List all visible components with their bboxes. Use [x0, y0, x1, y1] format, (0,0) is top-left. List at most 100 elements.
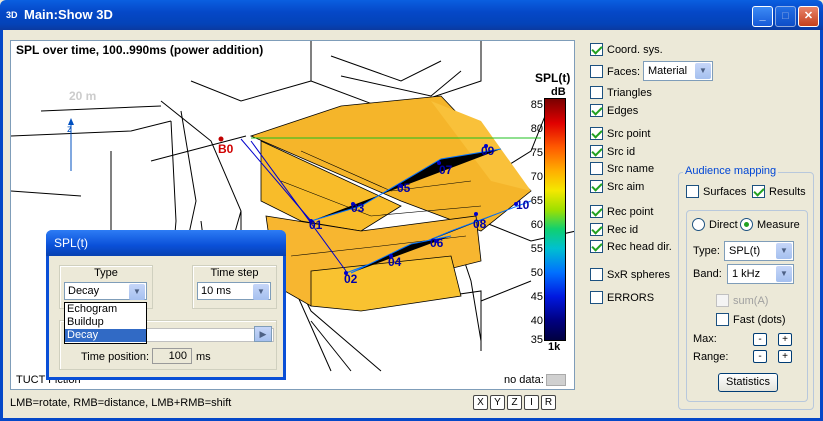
band-label: Band: — [693, 268, 722, 280]
colorbar-tick: 50 — [530, 267, 543, 279]
checkbox[interactable] — [590, 43, 603, 56]
colorbar-tick: 85 — [530, 99, 543, 111]
option-label: SxR spheres — [607, 268, 670, 281]
window-titlebar: 3D Main:Show 3D _ □ ✕ — [0, 0, 823, 30]
option-label: Rec id — [607, 223, 639, 236]
dropdown-option[interactable]: Decay — [65, 329, 146, 342]
triangles-option[interactable]: Triangles — [590, 86, 652, 99]
maximize-button: □ — [775, 6, 796, 27]
coord-sys-option[interactable]: Coord. sys. — [590, 43, 663, 56]
rec-head-option[interactable]: Rec head dir. — [590, 240, 672, 253]
checkbox[interactable] — [590, 180, 603, 193]
chevron-down-icon: ▼ — [695, 63, 711, 79]
source-label: B0 — [218, 142, 234, 156]
checkbox[interactable] — [590, 268, 603, 281]
dropdown-option[interactable]: Echogram — [65, 303, 146, 316]
band-select[interactable]: 1 kHz ▼ — [727, 264, 794, 284]
checkbox[interactable] — [590, 240, 603, 253]
colorbar-tick: 65 — [530, 195, 543, 207]
src-aim-option[interactable]: Src aim — [590, 180, 644, 193]
radio[interactable] — [692, 218, 705, 231]
colorbar-unit: dB — [551, 86, 566, 98]
faces-option[interactable]: Faces: — [590, 65, 640, 78]
select-value: 10 ms — [201, 285, 231, 297]
receiver-label: 07 — [439, 163, 453, 177]
sxr-spheres-option[interactable]: SxR spheres — [590, 268, 670, 281]
rec-point-option[interactable]: Rec point — [590, 205, 653, 218]
faces-select[interactable]: Material ▼ — [643, 61, 713, 81]
checkbox[interactable] — [590, 86, 603, 99]
dialog-title: SPL(t) — [54, 236, 89, 250]
chevron-right-icon[interactable]: ▶ — [254, 326, 272, 342]
colorbar-tick: 60 — [530, 219, 543, 231]
max-plus-button[interactable]: + — [778, 333, 792, 346]
max-minus-button[interactable]: - — [753, 333, 767, 346]
view-reset-button[interactable]: R — [541, 395, 556, 410]
option-label: Rec head dir. — [607, 240, 672, 253]
direct-radio[interactable]: Direct — [692, 218, 738, 231]
colorbar-footer: 1k — [548, 341, 561, 353]
time-position-field: 100 — [152, 348, 192, 364]
colorbar-tick: 40 — [530, 315, 543, 327]
src-name-option[interactable]: Src name — [590, 162, 654, 175]
rec-id-option[interactable]: Rec id — [590, 223, 638, 236]
type-dropdown-list[interactable]: Echogram Buildup Decay — [64, 302, 147, 344]
statistics-button[interactable]: Statistics — [718, 373, 778, 392]
checkbox[interactable] — [590, 162, 603, 175]
colorbar-tick: 80 — [530, 123, 543, 135]
checkbox[interactable] — [590, 205, 603, 218]
errors-option[interactable]: ERRORS — [590, 291, 654, 304]
checkbox[interactable] — [686, 185, 699, 198]
window-title: Main:Show 3D — [24, 7, 113, 22]
minimize-button[interactable]: _ — [752, 6, 773, 27]
option-label: Src aim — [607, 180, 645, 193]
type-group-label: Type — [94, 267, 118, 279]
option-label: Measure — [757, 218, 800, 231]
view-z-button[interactable]: Z — [507, 395, 522, 410]
results-option[interactable]: Results — [752, 185, 806, 198]
receiver-label: 03 — [351, 201, 365, 215]
radio[interactable] — [740, 218, 753, 231]
colorbar-tick: 45 — [530, 291, 543, 303]
measure-radio[interactable]: Measure — [740, 218, 800, 231]
timestep-group-label: Time step — [210, 267, 259, 279]
checkbox[interactable] — [590, 65, 603, 78]
option-label: Results — [769, 185, 806, 198]
timestep-select[interactable]: 10 ms ▼ — [197, 282, 271, 300]
type-label: Type: — [693, 245, 720, 257]
checkbox[interactable] — [590, 145, 603, 158]
option-label: Edges — [607, 104, 639, 117]
checkbox[interactable] — [590, 223, 603, 236]
source-point-icon — [218, 136, 224, 142]
type-select[interactable]: SPL(t) ▼ — [724, 241, 794, 261]
checkbox[interactable] — [590, 104, 603, 117]
src-id-option[interactable]: Src id — [590, 145, 635, 158]
range-label: Range: — [693, 351, 729, 363]
option-label: Src point — [607, 127, 651, 140]
option-label: Direct — [709, 218, 738, 231]
range-plus-button[interactable]: + — [778, 350, 792, 363]
close-button[interactable]: ✕ — [798, 6, 819, 27]
dropdown-option[interactable]: Buildup — [65, 316, 146, 329]
view-x-button[interactable]: X — [473, 395, 488, 410]
select-value: Decay — [68, 285, 100, 297]
checkbox[interactable] — [590, 127, 603, 140]
checkbox[interactable] — [752, 185, 765, 198]
dialog-titlebar: SPL(t) — [46, 230, 286, 256]
view-i-button[interactable]: I — [524, 395, 539, 410]
axis-z-label: z — [67, 124, 72, 135]
src-point-option[interactable]: Src point — [590, 127, 650, 140]
option-label: Faces: — [607, 65, 641, 78]
range-minus-button[interactable]: - — [753, 350, 767, 363]
dialog-type-select[interactable]: Decay ▼ — [64, 282, 147, 300]
max-label: Max: — [693, 333, 717, 345]
axis-buttons: XYZIR — [473, 395, 558, 410]
checkbox[interactable] — [590, 291, 603, 304]
view-y-button[interactable]: Y — [490, 395, 505, 410]
fast-dots-option[interactable]: Fast (dots) — [716, 313, 786, 326]
surfaces-option[interactable]: Surfaces — [686, 185, 746, 198]
option-label: Src id — [607, 145, 636, 158]
receiver-label: 02 — [344, 272, 358, 286]
checkbox[interactable] — [716, 313, 729, 326]
edges-option[interactable]: Edges — [590, 104, 638, 117]
